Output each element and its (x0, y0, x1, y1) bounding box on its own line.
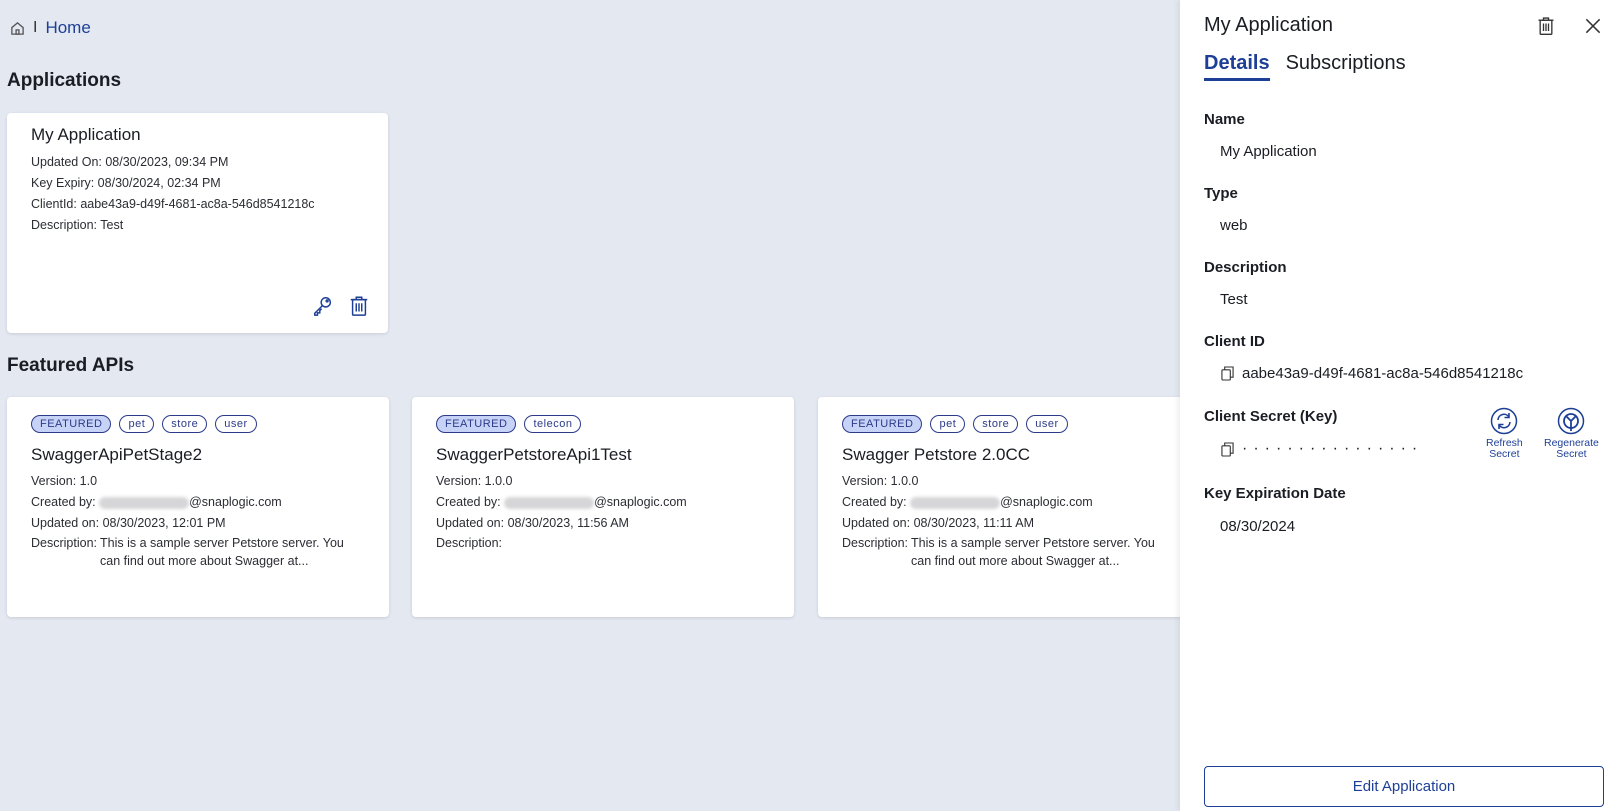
tag-featured: FEATURED (436, 415, 517, 433)
api-version: Version: 1.0.0 (842, 474, 919, 488)
edit-application-button[interactable]: Edit Application (1204, 766, 1604, 807)
api-card[interactable]: FEATURED pet store user SwaggerApiPetSta… (7, 397, 389, 617)
api-created-by: Created by: @snaplogic.com (436, 495, 687, 509)
key-expiration-value: 08/30/2024 (1220, 518, 1296, 535)
client-id-label: Client ID (1204, 333, 1265, 350)
copy-icon[interactable] (1220, 441, 1234, 457)
api-card[interactable]: FEATURED pet store user Swagger Petstore… (818, 397, 1200, 617)
key-expiration-label: Key Expiration Date (1204, 485, 1346, 502)
featured-apis-heading: Featured APIs (7, 355, 135, 376)
redacted-email (99, 496, 190, 509)
redacted-email (910, 496, 1001, 509)
panel-title: My Application (1204, 14, 1333, 36)
api-version: Version: 1.0.0 (436, 474, 513, 488)
close-icon[interactable] (1582, 15, 1604, 37)
application-client-id: ClientId: aabe43a9-d49f-4681-ac8a-546d85… (31, 197, 315, 211)
client-secret-row: ················ (1220, 440, 1423, 458)
api-version: Version: 1.0 (31, 474, 98, 488)
api-description: Description: This is a sample server Pets… (31, 536, 344, 568)
panel-tabs: Details Subscriptions (1204, 52, 1406, 81)
tag-featured: FEATURED (31, 415, 112, 433)
refresh-icon (1491, 407, 1518, 435)
tag: pet (119, 415, 155, 433)
tag: store (973, 415, 1019, 433)
breadcrumb-separator: I (33, 19, 38, 36)
type-value: web (1220, 217, 1248, 234)
api-name: SwaggerApiPetStage2 (31, 445, 203, 464)
application-card[interactable]: My Application Updated On: 08/30/2023, 0… (7, 113, 388, 333)
regenerate-icon (1558, 407, 1585, 435)
api-name: SwaggerPetstoreApi1Test (436, 445, 632, 464)
api-description: Description: This is a sample server Pets… (842, 536, 1155, 568)
api-created-by: Created by: @snaplogic.com (842, 495, 1093, 509)
application-key-expiry: Key Expiry: 08/30/2024, 02:34 PM (31, 176, 221, 190)
key-icon[interactable] (312, 295, 334, 317)
type-label: Type (1204, 185, 1238, 202)
breadcrumb: I Home (10, 18, 91, 38)
api-description: Description: (436, 536, 502, 550)
description-value: Test (1220, 291, 1248, 308)
name-value: My Application (1220, 143, 1317, 160)
regenerate-secret-button[interactable]: Regenerate Secret (1544, 407, 1599, 460)
api-name: Swagger Petstore 2.0CC (842, 445, 1031, 464)
redacted-email (504, 496, 595, 509)
home-icon[interactable] (10, 21, 25, 36)
api-updated-on: Updated on: 08/30/2023, 11:11 AM (842, 516, 1035, 530)
api-updated-on: Updated on: 08/30/2023, 11:56 AM (436, 516, 629, 530)
tab-details[interactable]: Details (1204, 52, 1270, 81)
copy-icon[interactable] (1220, 366, 1234, 382)
tag: user (215, 415, 257, 433)
description-label: Description (1204, 259, 1287, 276)
breadcrumb-home-link[interactable]: Home (45, 18, 90, 38)
client-secret-label: Client Secret (Key) (1204, 408, 1338, 425)
tag: user (1026, 415, 1068, 433)
trash-icon[interactable] (348, 295, 370, 317)
client-id-value: aabe43a9-d49f-4681-ac8a-546d8541218c (1242, 365, 1524, 382)
api-created-by: Created by: @snaplogic.com (31, 495, 282, 509)
applications-heading: Applications (7, 70, 122, 91)
api-updated-on: Updated on: 08/30/2023, 12:01 PM (31, 516, 226, 530)
application-updated-on: Updated On: 08/30/2023, 09:34 PM (31, 155, 229, 169)
refresh-secret-button[interactable]: Refresh Secret (1486, 407, 1523, 460)
client-secret-masked: ················ (1242, 440, 1424, 457)
tag: store (162, 415, 208, 433)
tag-list: FEATURED pet store user (31, 415, 365, 433)
tag: pet (930, 415, 966, 433)
client-id-row: aabe43a9-d49f-4681-ac8a-546d8541218c (1220, 365, 1523, 382)
api-card[interactable]: FEATURED telecon SwaggerPetstoreApi1Test… (412, 397, 794, 617)
tab-subscriptions[interactable]: Subscriptions (1286, 52, 1406, 81)
name-label: Name (1204, 111, 1245, 128)
tag-featured: FEATURED (842, 415, 923, 433)
tag-list: FEATURED telecon (436, 415, 770, 433)
tag-list: FEATURED pet store user (842, 415, 1176, 433)
application-name: My Application (31, 125, 141, 144)
application-details-panel: My Application Details Subscriptions Nam… (1180, 0, 1614, 811)
trash-icon[interactable] (1535, 15, 1557, 37)
tag: telecon (524, 415, 582, 433)
application-description: Description: Test (31, 218, 124, 232)
